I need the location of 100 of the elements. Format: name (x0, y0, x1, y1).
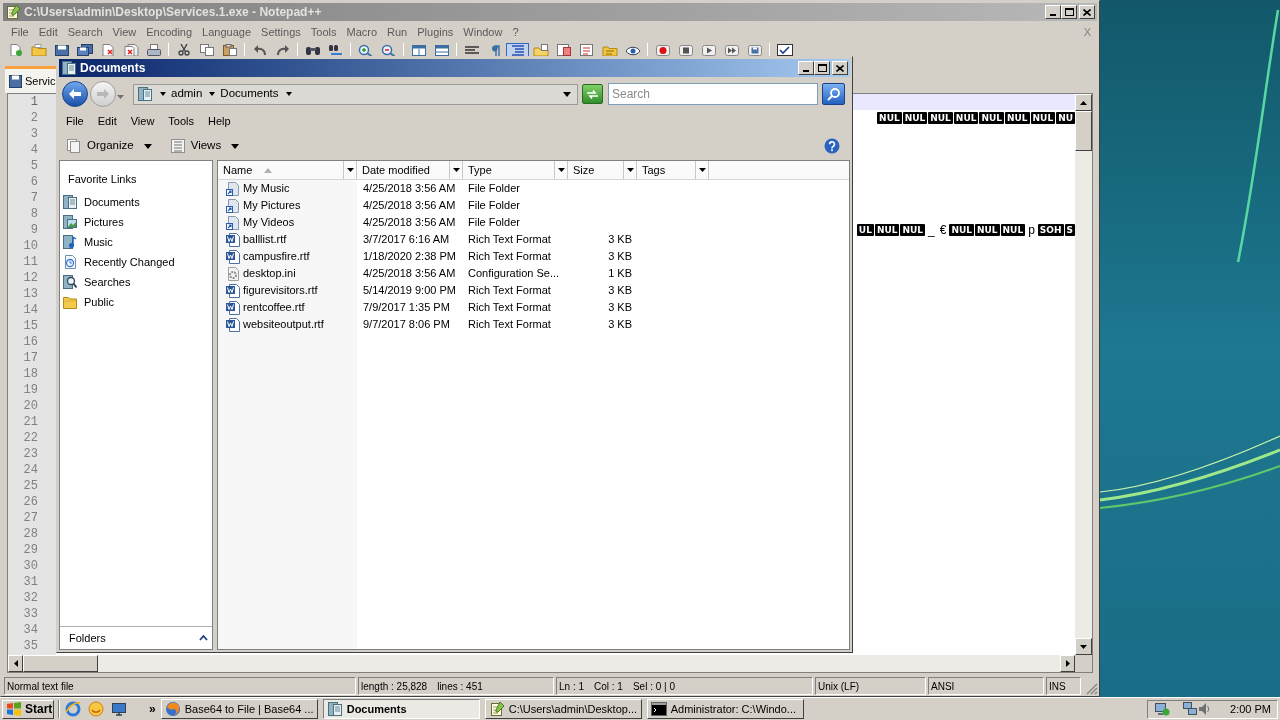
more-button[interactable]: » (149, 700, 156, 718)
menu-item[interactable]: File (59, 113, 91, 130)
column-filter-button[interactable] (449, 161, 462, 179)
globe-icon[interactable] (65, 701, 81, 717)
refresh-button[interactable] (582, 84, 603, 104)
speaker-icon[interactable] (1198, 702, 1210, 716)
favorite-link[interactable]: Pictures (84, 213, 124, 231)
status-text: length : 25,828 (361, 679, 428, 694)
toolbar-menu-button[interactable]: Views (167, 135, 242, 157)
file-size: 1 KB (608, 266, 632, 282)
file-type: File Folder (468, 198, 520, 214)
favorite-link[interactable]: Public (84, 293, 114, 311)
column-header[interactable]: Type (463, 161, 568, 179)
scroll-left-button[interactable] (8, 655, 23, 672)
scroll-up-button[interactable] (1075, 94, 1092, 111)
column-header[interactable]: Tags (637, 161, 709, 179)
close-button[interactable] (1079, 5, 1095, 19)
maximize-button[interactable] (1061, 5, 1077, 19)
file-name[interactable]: desktop.ini (243, 265, 296, 282)
breadcrumb-item[interactable]: Documents (220, 85, 279, 103)
menu-item[interactable]: Language (197, 23, 257, 41)
favorite-link[interactable]: Music (84, 233, 113, 251)
favorite-link[interactable]: Searches (84, 273, 131, 291)
back-button[interactable] (62, 81, 88, 107)
column-filter-button[interactable] (623, 161, 636, 179)
menu-item[interactable]: Run (382, 23, 413, 41)
favorite-link[interactable]: Documents (84, 193, 140, 211)
file-name[interactable]: rentcoffee.rtf (243, 299, 305, 316)
file-name[interactable]: websiteoutput.rtf (243, 316, 324, 333)
horizontal-scrollbar[interactable] (8, 655, 1075, 672)
menu-item[interactable]: Macro (341, 23, 383, 41)
file-name[interactable]: campusfire.rtf (243, 248, 310, 265)
column-filter-button[interactable] (554, 161, 567, 179)
menu-item[interactable]: File (6, 23, 34, 41)
menu-item[interactable]: Settings (256, 23, 306, 41)
column-filter-button[interactable] (343, 161, 356, 179)
line-number: 23 (23, 446, 38, 462)
taskbar-button[interactable]: C:\Users\admin\Desktop... (484, 699, 642, 719)
document-icon (225, 231, 241, 248)
search-button[interactable] (822, 83, 845, 105)
taskbar-button[interactable]: Base64 to File | Base64 ... (160, 699, 318, 719)
taskbar-button[interactable]: Administrator: C:\Windo... (646, 699, 804, 719)
folders-toggle[interactable]: Folders (69, 629, 106, 647)
scroll-thumb[interactable] (23, 655, 98, 672)
file-name[interactable]: My Videos (243, 214, 295, 231)
maximize-icon (1064, 8, 1074, 16)
menu-item[interactable]: View (107, 23, 142, 41)
scroll-thumb[interactable] (1075, 111, 1092, 151)
start-button[interactable]: Start (2, 699, 54, 719)
menu-item[interactable]: Tools (305, 23, 342, 41)
document-tab[interactable]: Servic (5, 66, 56, 93)
minimize-button[interactable] (798, 61, 814, 75)
status-text: Col : 1 (594, 679, 623, 694)
file-name[interactable]: My Pictures (243, 197, 301, 214)
monitor-icon[interactable] (111, 701, 127, 717)
menu-item[interactable]: Edit (33, 23, 63, 41)
line-number: 28 (23, 526, 38, 542)
vertical-scrollbar[interactable] (1075, 94, 1092, 655)
menu-item[interactable]: View (123, 113, 162, 130)
binoculars-underline-icon (327, 44, 344, 56)
file-name[interactable]: figurevisitors.rtf (243, 282, 318, 299)
date-modified: 4/25/2018 3:56 AM (363, 198, 456, 214)
search-field[interactable]: Search (608, 83, 818, 105)
column-header[interactable]: Date modified (357, 161, 463, 179)
menu-item[interactable]: Encoding (141, 23, 198, 41)
menu-item[interactable]: Edit (90, 113, 124, 130)
menu-item[interactable]: Help (201, 113, 238, 130)
computer-badge-icon[interactable] (1154, 701, 1170, 717)
menu-item[interactable]: Tools (161, 113, 202, 130)
file-name[interactable]: My Music (243, 180, 290, 197)
file-size: 3 KB (608, 317, 632, 333)
menu-item[interactable]: ? (507, 23, 524, 41)
file-size: 3 KB (608, 283, 632, 299)
scroll-down-button[interactable] (1075, 638, 1092, 655)
clock[interactable]: 2:00 PM (1230, 700, 1271, 718)
maximize-button[interactable] (814, 61, 830, 75)
address-bar[interactable]: admin Documents (133, 83, 578, 105)
close-button[interactable] (832, 61, 848, 75)
caret-down-icon (452, 168, 460, 172)
help-icon[interactable] (824, 138, 840, 154)
favorite-link[interactable]: Recently Changed (84, 253, 175, 271)
dropdown-arrow-icon (117, 95, 124, 99)
breadcrumb-item[interactable]: admin (171, 85, 203, 103)
menu-item[interactable]: Window (458, 23, 508, 41)
column-filter-button[interactable] (695, 161, 708, 179)
toolbar-menu-button[interactable]: Organize (64, 135, 154, 157)
menu-item[interactable]: Plugins (412, 23, 459, 41)
column-header[interactable]: Name (218, 161, 357, 179)
minimize-button[interactable] (1045, 5, 1061, 19)
taskbar-button[interactable]: Documents (322, 699, 480, 719)
line-number: 32 (23, 590, 38, 606)
documents-library-icon (62, 194, 78, 210)
left-arrow-icon (13, 660, 18, 667)
scroll-right-button[interactable] (1060, 655, 1075, 672)
network-icon[interactable] (1182, 701, 1198, 717)
sort-arrow-icon (264, 167, 273, 173)
menu-item[interactable]: Search (62, 23, 108, 41)
column-header[interactable]: Size (568, 161, 637, 179)
file-name[interactable]: balllist.rtf (243, 231, 287, 248)
folder-lines-icon (601, 44, 618, 56)
